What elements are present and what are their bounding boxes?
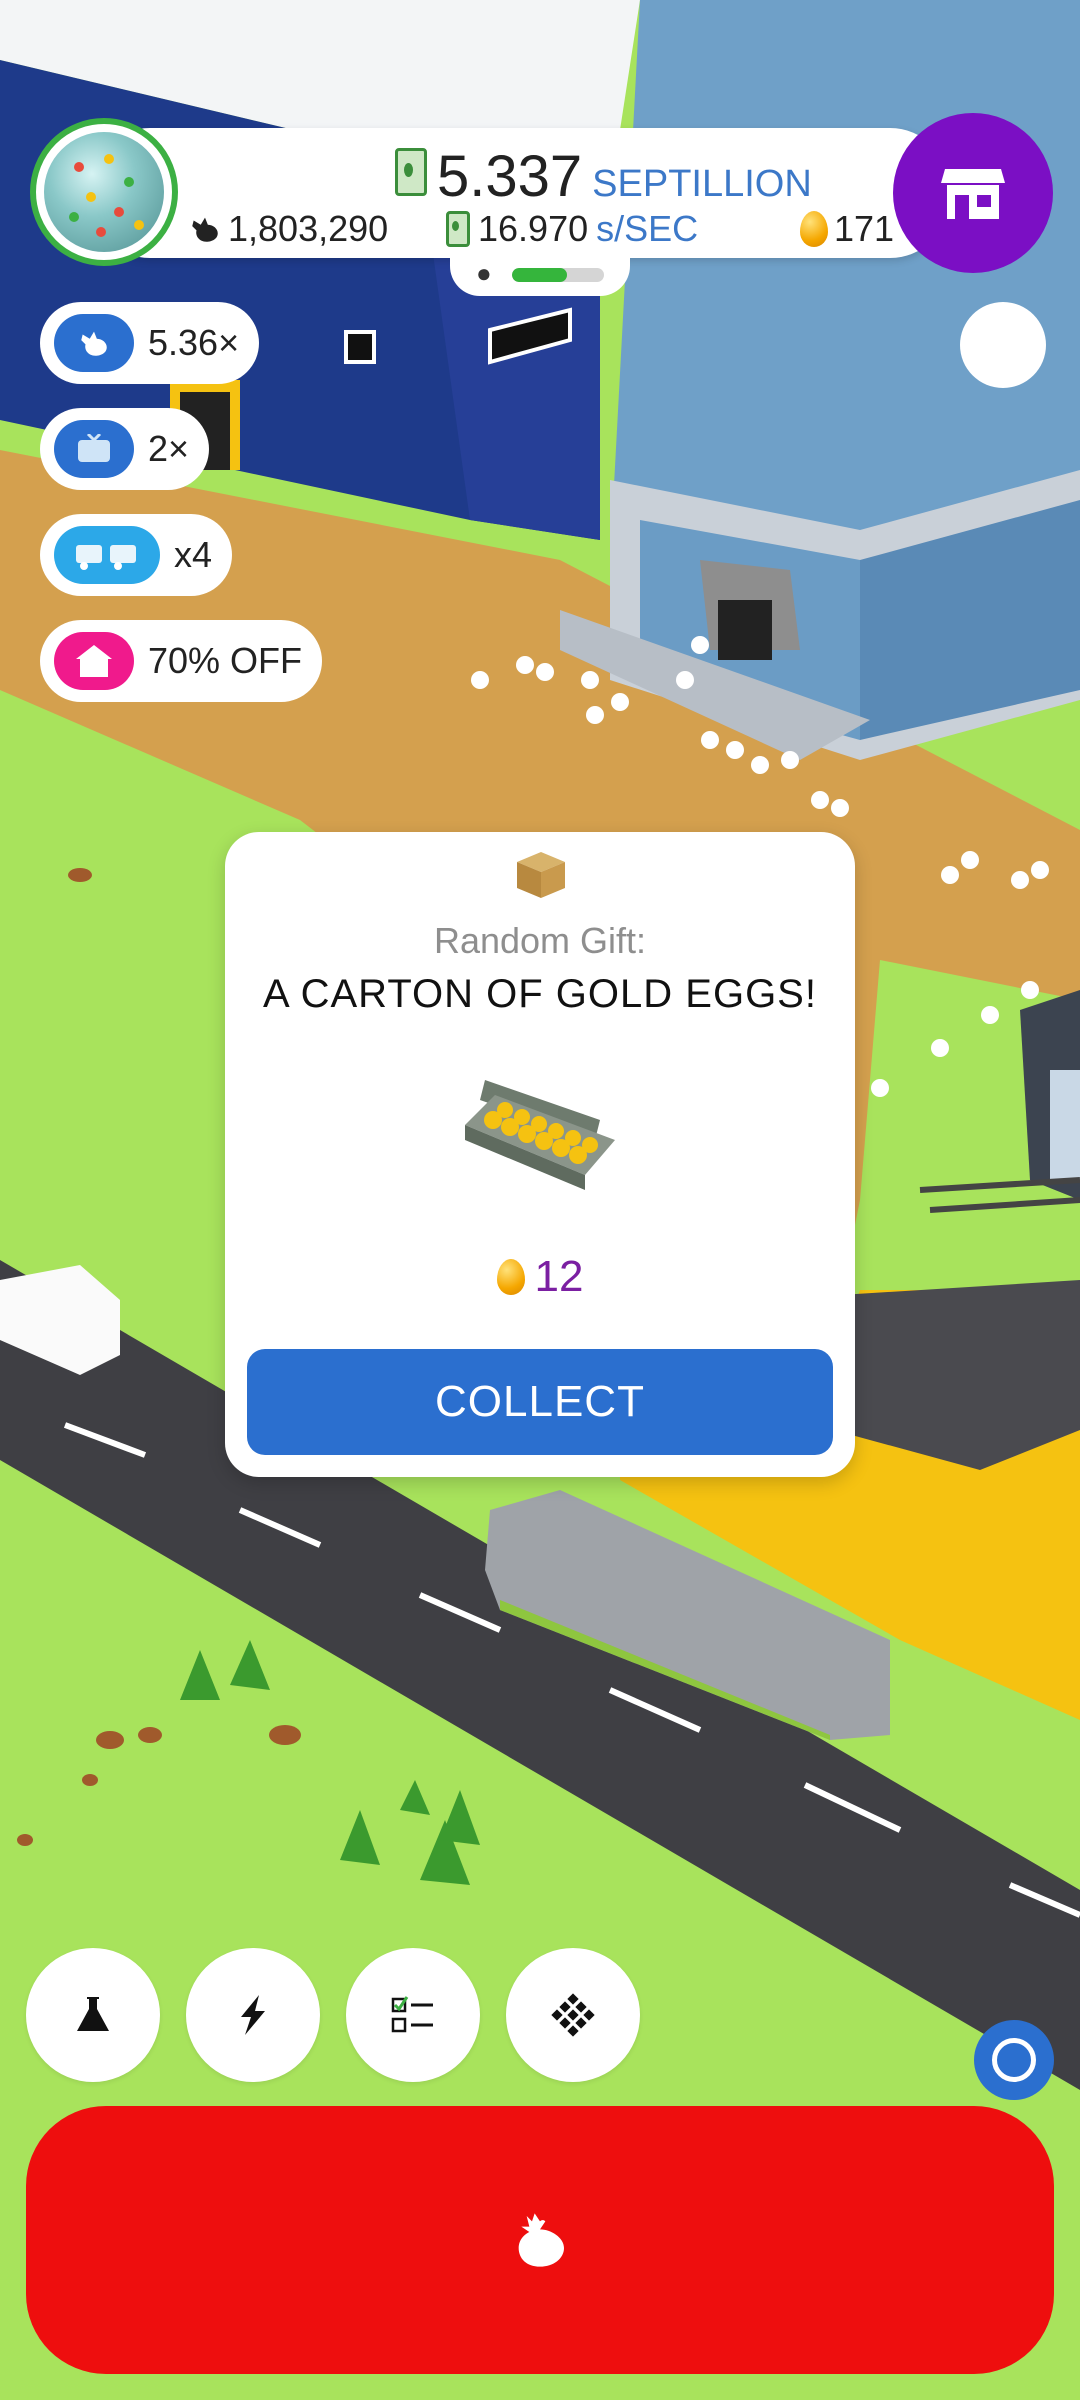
circle-icon [992, 2038, 1036, 2082]
chicken-icon: ● [476, 258, 492, 288]
gift-dialog: Random Gift: A CARTON OF GOLD EGGS! 12 C… [225, 832, 855, 1477]
hatch-chicken-button[interactable] [26, 2106, 1054, 2374]
chicken-icon [518, 2213, 564, 2267]
egg-icon [44, 132, 164, 252]
progress-fill [512, 268, 568, 282]
box-icon [517, 852, 565, 898]
chicken-count-value: 1,803,290 [228, 208, 389, 249]
shop-button[interactable] [893, 113, 1053, 273]
reward-amount: 12 [225, 1252, 855, 1302]
shipping-boost[interactable]: x4 [40, 514, 233, 596]
gold-egg-carton-icon [465, 1080, 615, 1190]
cash-icon [446, 211, 470, 247]
sale-boost[interactable]: 70% OFF [40, 620, 323, 702]
assistant-button[interactable] [974, 2020, 1054, 2100]
artifacts-button[interactable] [506, 1948, 640, 2082]
rate-unit: s/SEC [596, 208, 699, 249]
truck-icon [54, 526, 160, 584]
missions-button[interactable] [346, 1948, 480, 2082]
research-button[interactable] [26, 1948, 160, 2082]
profile-egg-avatar[interactable] [30, 118, 178, 266]
lightning-icon [241, 1995, 265, 2035]
golden-eggs-value: 171 [834, 208, 895, 249]
boost-label: 5.36× [148, 322, 240, 363]
boosts-button[interactable] [186, 1948, 320, 2082]
golden-egg-icon [800, 211, 828, 247]
earning-rate: 16.970 s/SEC [446, 208, 698, 250]
golden-eggs[interactable]: 171 [800, 208, 894, 250]
gift-title: A CARTON OF GOLD EGGS! [263, 972, 817, 1016]
money-unit: SEPTILLION [592, 163, 812, 206]
video-boost[interactable]: 2× [40, 408, 210, 490]
boost-label: 2× [148, 428, 190, 469]
chicken-count: 1,803,290 [188, 208, 388, 250]
money-display: 5.337 SEPTILLION [395, 138, 812, 206]
collect-button[interactable]: COLLECT [247, 1349, 833, 1455]
progress-bar [512, 268, 604, 282]
grid-icon [551, 1993, 595, 2037]
tv-icon [54, 420, 134, 478]
notification-button[interactable] [960, 302, 1046, 388]
shop-icon [54, 632, 134, 690]
money-value: 5.337 [437, 144, 583, 209]
cash-icon [395, 148, 427, 196]
rate-value: 16.970 [478, 208, 589, 249]
golden-egg-icon [496, 1259, 525, 1295]
habitat-progress: ● [450, 248, 630, 296]
gift-label: Random Gift: [433, 920, 647, 961]
reward-value: 12 [534, 1252, 584, 1301]
chicken-icon [54, 314, 134, 372]
shop-icon [941, 169, 1005, 219]
chicken-icon [192, 217, 218, 242]
flask-icon [77, 1997, 109, 2031]
checklist-icon [391, 1996, 433, 2033]
boost-label: 70% OFF [148, 640, 303, 681]
earnings-boost[interactable]: 5.36× [40, 302, 260, 384]
boost-label: x4 [174, 534, 213, 575]
